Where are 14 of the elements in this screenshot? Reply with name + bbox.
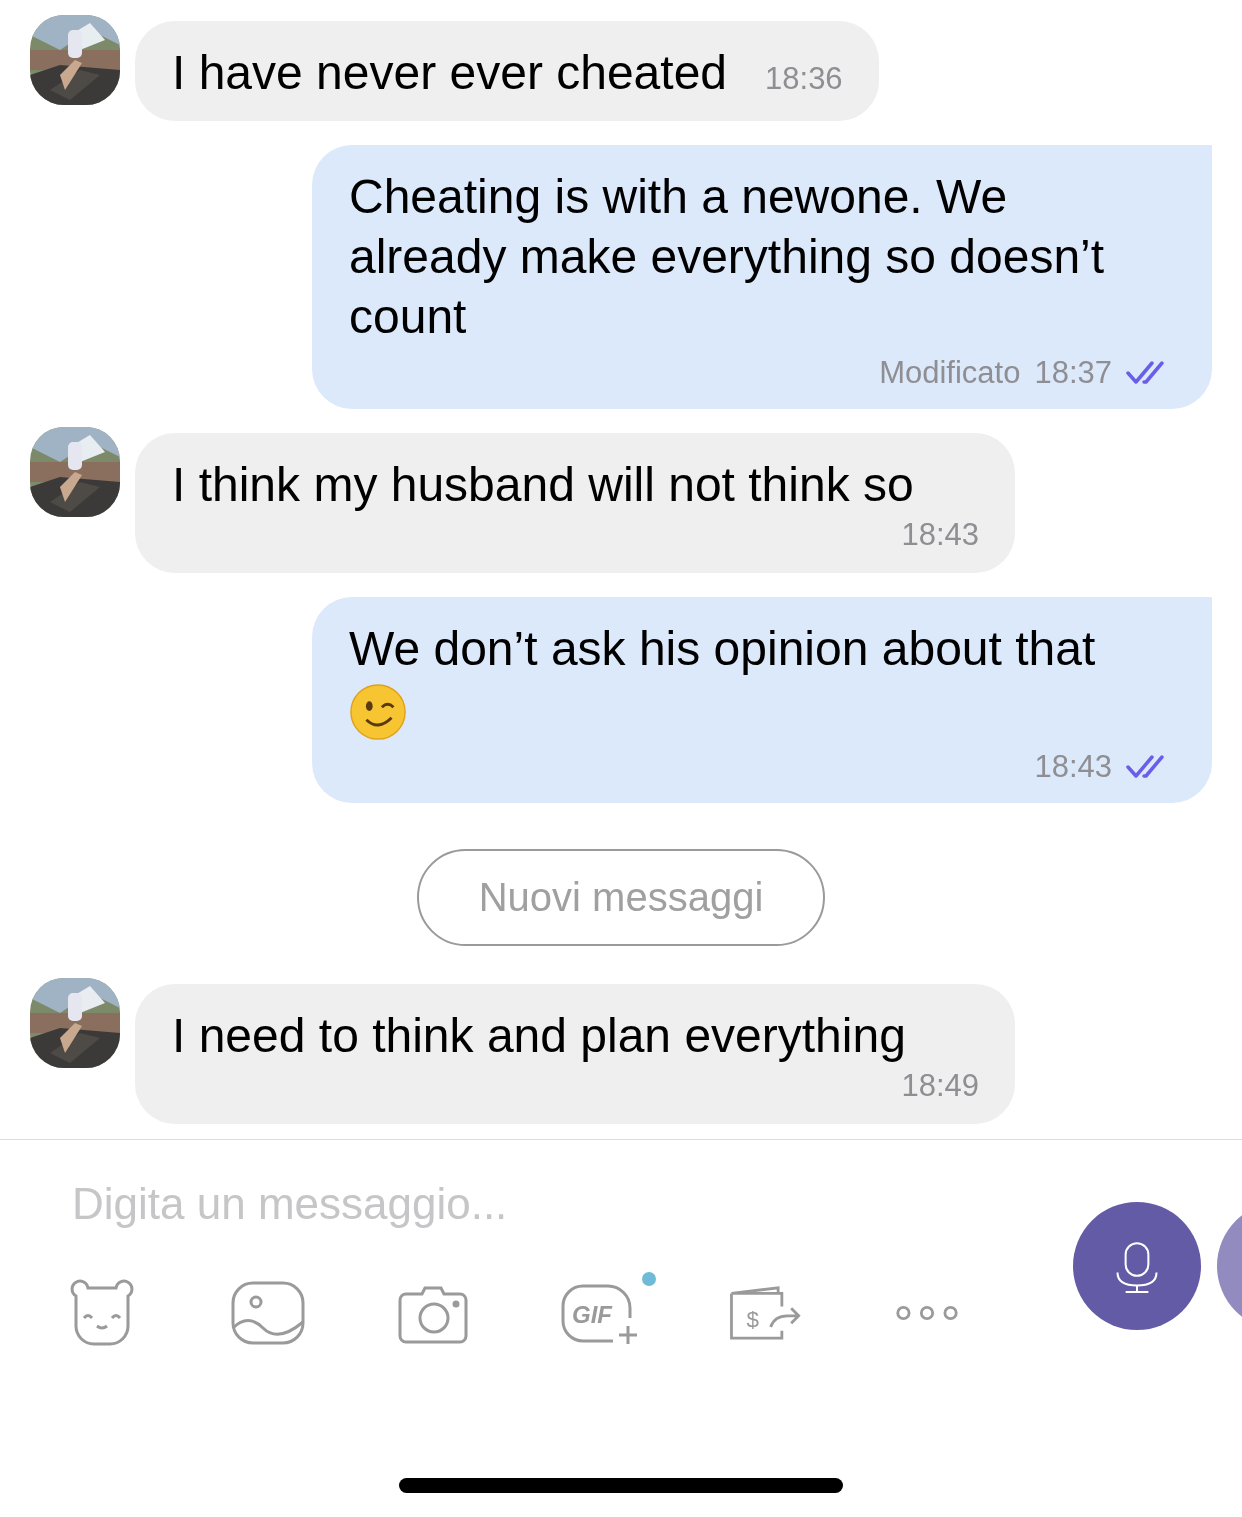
message-time: 18:37	[1034, 355, 1112, 391]
message-time: 18:43	[1034, 749, 1112, 785]
message-text: I need to think and plan everything	[172, 1008, 906, 1064]
new-messages-button[interactable]: Nuovi messaggi	[417, 849, 825, 946]
message-time: 18:49	[901, 1067, 979, 1105]
message-text: Cheating is with a newone. We already make everything so doesn’t count	[349, 169, 1106, 345]
more-icon[interactable]	[894, 1303, 960, 1323]
message-text: I have never ever cheated	[172, 45, 728, 101]
message-time: 18:36	[765, 60, 843, 98]
edited-label: Modificato	[879, 355, 1021, 391]
message-text: I think my husband will not think so	[172, 457, 914, 513]
message-time: 18:43	[901, 516, 979, 554]
message-input[interactable]: Digita un messaggio...	[70, 1178, 774, 1230]
message-text: We don’t ask his opinion about that	[349, 621, 1097, 677]
